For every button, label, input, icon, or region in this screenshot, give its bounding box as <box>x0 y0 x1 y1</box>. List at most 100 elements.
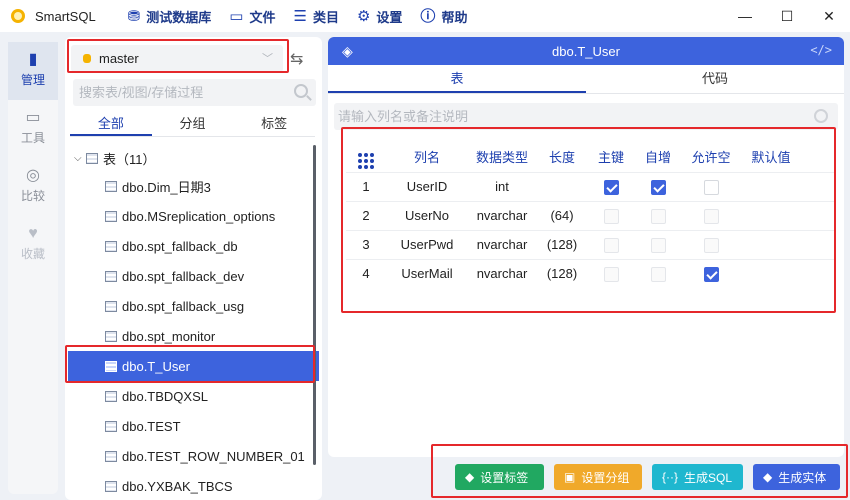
tab-object-0[interactable]: 全部 <box>70 113 152 136</box>
tree-item[interactable]: dbo.spt_fallback_dev <box>65 261 322 291</box>
main-menu: ⛃ 测试数据库 ▭ 文件 ☰ 类目 ⚙ 设置 ⓘ 帮助 <box>128 7 486 26</box>
menu-item-3[interactable]: ⚙ 设置 <box>357 7 402 26</box>
allow-null-cell <box>682 171 740 201</box>
book-icon: ▮ <box>28 51 38 68</box>
menu-item-0[interactable]: ⛃ 测试数据库 <box>128 7 212 26</box>
tab-editor-0[interactable]: 表 <box>328 65 586 93</box>
column-default <box>740 171 802 201</box>
allow-null-checkbox[interactable] <box>703 237 719 253</box>
tree-scrollbar[interactable] <box>313 145 316 465</box>
tree-item[interactable]: dbo.TEST <box>65 411 322 441</box>
tree-item[interactable]: dbo.spt_fallback_db <box>65 231 322 261</box>
allow-null-cell <box>682 229 740 259</box>
heart-icon: ♥ <box>28 225 38 242</box>
allow-null-cell <box>682 258 740 288</box>
row-spacer <box>802 200 836 230</box>
maximize-button[interactable]: ☐ <box>766 0 808 32</box>
gear-icon: ⚙ <box>356 7 371 25</box>
object-search <box>73 79 316 106</box>
table-row[interactable]: 1 UserID int <box>346 171 836 201</box>
tree-item[interactable]: dbo.spt_fallback_usg <box>65 291 322 321</box>
tab-editor-1[interactable]: 代码 <box>586 65 844 93</box>
tree-root-tables[interactable]: ⌵ 表（11） <box>65 145 322 171</box>
window-controls: — ☐ ✕ <box>724 0 850 32</box>
primary-key-checkbox[interactable] <box>603 179 619 195</box>
primary-key-checkbox[interactable] <box>603 208 619 224</box>
menu-item-1[interactable]: ▭ 文件 <box>229 7 275 26</box>
allow-null-checkbox[interactable] <box>703 266 719 282</box>
allow-null-checkbox[interactable] <box>703 179 719 195</box>
editor-title: dbo.T_User <box>552 43 620 59</box>
col-header-length: 长度 <box>548 150 575 166</box>
menu-item-label: 设置 <box>376 9 403 25</box>
table-icon <box>105 480 117 492</box>
row-spacer <box>802 229 836 259</box>
close-button[interactable]: ✕ <box>808 0 850 32</box>
code-icon[interactable]: </> <box>810 43 832 57</box>
auto-increment-checkbox[interactable] <box>650 237 666 253</box>
column-name: UserPwd <box>386 229 468 259</box>
generate-sql-button[interactable]: {··} 生成SQL <box>652 464 743 490</box>
rail-item-3[interactable]: ♥ 收藏 <box>8 216 58 274</box>
auto-increment-checkbox[interactable] <box>650 208 666 224</box>
editor-tabs: 表代码 <box>328 65 844 94</box>
tree-item[interactable]: dbo.MSreplication_options <box>65 201 322 231</box>
rail-item-0[interactable]: ▮ 管理 <box>8 42 58 100</box>
primary-key-checkbox[interactable] <box>603 237 619 253</box>
tree-item[interactable]: dbo.TBDQXSL <box>65 381 322 411</box>
column-length <box>536 171 588 201</box>
menu-item-4[interactable]: ⓘ 帮助 <box>420 7 467 26</box>
tree-item-label: dbo.spt_fallback_dev <box>122 268 245 284</box>
rail-item-2[interactable]: ◎ 比较 <box>8 158 58 216</box>
set-tag-button[interactable]: ◆ 设置标签 <box>455 464 544 490</box>
app-logo-icon <box>11 9 25 23</box>
column-settings-icon[interactable] <box>346 142 386 172</box>
set-group-label: 设置分组 <box>581 470 630 485</box>
table-icon <box>105 360 117 372</box>
switch-icon[interactable]: ⇆ <box>290 49 303 69</box>
minimize-button[interactable]: — <box>724 0 766 32</box>
tree-item[interactable]: dbo.Dim_日期3 <box>65 171 322 201</box>
search-icon[interactable] <box>814 109 828 123</box>
tree-item[interactable]: dbo.T_User <box>68 351 319 381</box>
primary-key-cell <box>588 200 634 230</box>
tree-item[interactable]: dbo.spt_monitor <box>65 321 322 351</box>
menu-item-label: 类目 <box>312 9 339 25</box>
tree-item[interactable]: dbo.TEST_ROW_NUMBER_01 <box>65 441 322 471</box>
auto-increment-checkbox[interactable] <box>650 179 666 195</box>
database-select[interactable]: master ﹀ <box>71 45 283 72</box>
rail-item-1[interactable]: ▭ 工具 <box>8 100 58 158</box>
editor-header: ◈ dbo.T_User </> <box>328 37 844 65</box>
column-search-input[interactable] <box>338 109 788 124</box>
table-row[interactable]: 3 UserPwd nvarchar (128) <box>346 229 836 259</box>
search-icon[interactable] <box>294 84 308 98</box>
object-search-input[interactable] <box>79 85 279 100</box>
title-bar: SmartSQL ⛃ 测试数据库 ▭ 文件 ☰ 类目 ⚙ 设置 ⓘ 帮助 — ☐ ✕ <box>0 0 850 32</box>
table-row[interactable]: 2 UserNo nvarchar (64) <box>346 200 836 230</box>
generate-entity-button[interactable]: ◆ 生成实体 <box>753 464 840 490</box>
column-default <box>740 258 802 288</box>
table-icon <box>105 420 117 432</box>
app-name: SmartSQL <box>35 8 96 24</box>
menu-item-2[interactable]: ☰ 类目 <box>293 7 338 26</box>
primary-key-checkbox[interactable] <box>603 266 619 282</box>
tree-item[interactable]: dbo.YXBAK_TBCS <box>65 471 322 500</box>
chevron-down-icon[interactable]: ⌵ <box>74 153 86 164</box>
allow-null-checkbox[interactable] <box>703 208 719 224</box>
table-header-row: 列名 数据类型 长度 主键 自增 允许空 默认值 <box>346 142 836 172</box>
tab-object-2[interactable]: 标签 <box>233 113 315 136</box>
row-number: 1 <box>346 171 386 201</box>
compass-icon: ◎ <box>26 167 40 184</box>
table-row[interactable]: 4 UserMail nvarchar (128) <box>346 258 836 288</box>
column-length: (64) <box>536 200 588 230</box>
side-rail: ▮ 管理 ▭ 工具 ◎ 比较 ♥ 收藏 <box>8 42 58 494</box>
set-group-button[interactable]: ▣ 设置分组 <box>554 464 642 490</box>
auto-increment-checkbox[interactable] <box>650 266 666 282</box>
tab-object-1[interactable]: 分组 <box>152 113 234 136</box>
table-icon <box>105 210 117 222</box>
rail-item-label: 管理 <box>20 73 45 87</box>
editor-panel: ◈ dbo.T_User </> 表代码 列名 数据类型 长度 主键 自增 允许… <box>328 37 844 457</box>
object-tree: ⌵ 表（11） dbo.Dim_日期3 dbo.MSreplication_opt… <box>65 145 322 500</box>
generate-sql-label: 生成SQL <box>684 470 733 485</box>
column-default <box>740 229 802 259</box>
